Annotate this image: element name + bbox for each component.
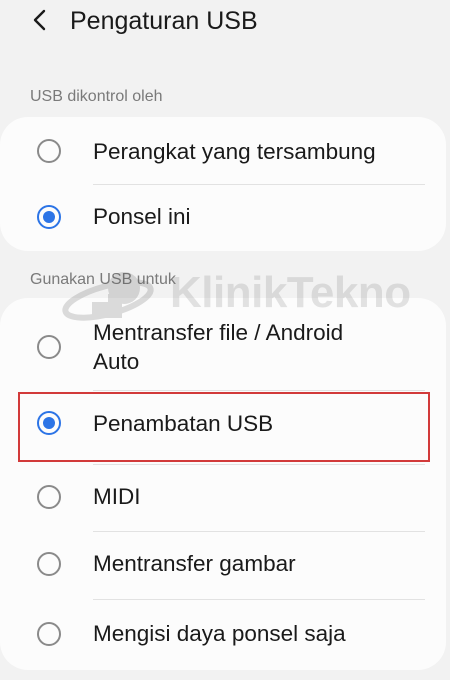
- option-midi[interactable]: MIDI: [0, 465, 446, 531]
- use-usb-for-card: Mentransfer file / Android Auto Penambat…: [0, 298, 446, 670]
- radio-button-selected[interactable]: [37, 411, 61, 435]
- radio-button[interactable]: [37, 552, 61, 576]
- option-label: Ponsel ini: [93, 204, 191, 229]
- radio-button[interactable]: [37, 335, 61, 359]
- option-file-transfer[interactable]: Mentransfer file / Android Auto: [0, 298, 446, 390]
- radio-button[interactable]: [37, 139, 61, 163]
- option-label-line2: Auto: [93, 349, 140, 374]
- section-label-use-usb-for: Gunakan USB untuk: [30, 271, 176, 288]
- chevron-left-icon: [33, 9, 46, 31]
- option-label: Penambatan USB: [93, 411, 274, 436]
- option-this-phone[interactable]: Ponsel ini: [0, 185, 446, 251]
- radio-button-selected[interactable]: [37, 205, 61, 229]
- option-label: MIDI: [93, 484, 141, 509]
- option-connected-device[interactable]: Perangkat yang tersambung: [0, 117, 446, 184]
- page-title: Pengaturan USB: [70, 7, 258, 35]
- radio-button[interactable]: [37, 485, 61, 509]
- option-transfer-images[interactable]: Mentransfer gambar: [0, 532, 446, 600]
- controlled-by-card: Perangkat yang tersambung Ponsel ini: [0, 117, 446, 251]
- option-charge-only[interactable]: Mengisi daya ponsel saja: [0, 600, 446, 670]
- option-label: Perangkat yang tersambung: [93, 139, 376, 164]
- back-button[interactable]: [24, 4, 56, 36]
- option-label: Mentransfer gambar: [93, 551, 296, 576]
- section-label-controlled-by: USB dikontrol oleh: [30, 88, 163, 105]
- app-header: Pengaturan USB: [0, 0, 450, 46]
- option-usb-tethering[interactable]: Penambatan USB: [0, 391, 446, 459]
- option-label-line1: Mentransfer file / Android: [93, 320, 344, 345]
- option-label: Mengisi daya ponsel saja: [93, 621, 346, 646]
- radio-button[interactable]: [37, 622, 61, 646]
